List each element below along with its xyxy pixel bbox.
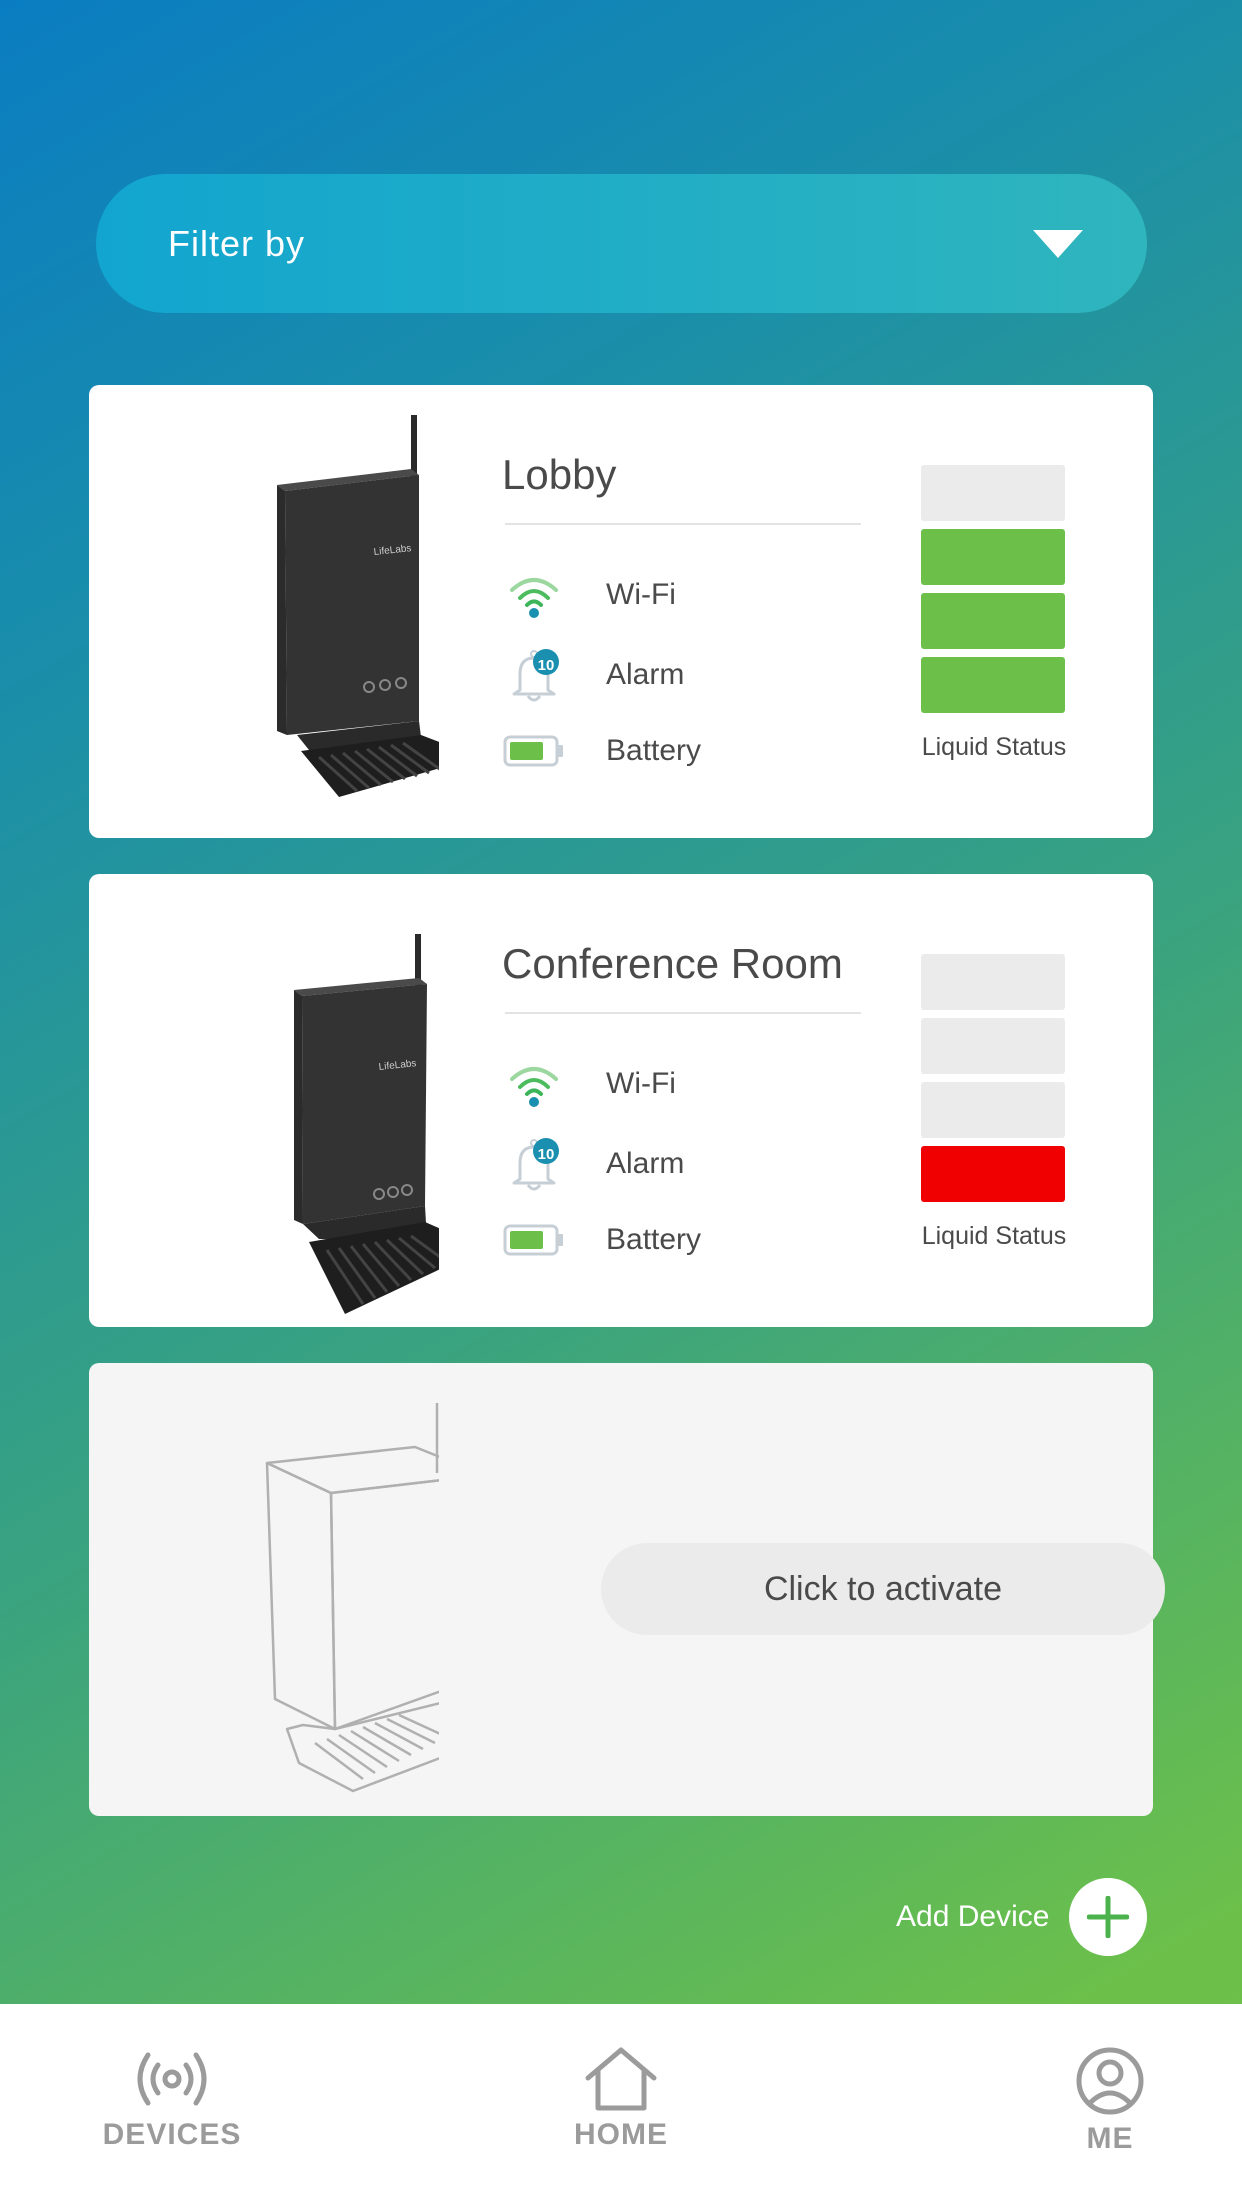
battery-status-row: Battery [502,1212,701,1268]
dispenser-device-image: LifeLabs [277,415,439,797]
bell-icon: 10 [502,1136,566,1192]
liquid-segment [921,465,1065,521]
alarm-status-row[interactable]: 10 Alarm [502,647,684,703]
filter-label: Filter by [168,222,306,264]
bottom-navigation: DEVICES HOME ME [0,2004,1242,2208]
chevron-down-icon [1033,229,1083,258]
user-icon [1076,2047,1144,2115]
alarm-count-badge: 10 [537,657,555,674]
alarm-label: Alarm [606,1147,685,1180]
nav-home-label: HOME [574,2118,668,2151]
broadcast-icon [137,2052,207,2106]
liquid-segment [921,1082,1065,1138]
liquid-segment [921,1146,1065,1202]
wifi-status-row: Wi-Fi [502,567,676,623]
battery-label: Battery [606,734,702,767]
nav-home[interactable]: HOME [521,2046,721,2152]
nav-devices[interactable]: DEVICES [72,2046,272,2152]
wifi-label: Wi-Fi [606,1067,676,1100]
home-icon [585,2047,657,2111]
filter-dropdown[interactable]: Filter by [96,174,1147,313]
wifi-icon [502,1056,566,1112]
wifi-label: Wi-Fi [606,578,676,611]
nav-me-label: ME [1086,2122,1134,2155]
liquid-level-meter [921,465,1067,721]
title-divider [505,523,861,525]
device-title: Conference Room [502,940,843,987]
liquid-status-label: Liquid Status [921,1222,1067,1250]
activate-button[interactable]: Click to activate [601,1543,1165,1635]
battery-status-row: Battery [502,723,701,779]
wifi-icon [502,567,566,623]
dispenser-device-image: LifeLabs [294,934,439,1314]
add-device-button[interactable]: Add Device [896,1878,1148,1956]
nav-me[interactable]: ME [1010,2046,1210,2156]
plus-icon [1069,1878,1148,1956]
battery-icon [502,1212,566,1268]
wifi-status-row: Wi-Fi [502,1056,676,1112]
add-device-label: Add Device [896,1900,1050,1933]
alarm-status-row[interactable]: 10 Alarm [502,1136,684,1192]
alarm-label: Alarm [606,658,685,691]
nav-devices-label: DEVICES [102,2118,242,2151]
battery-icon [502,723,566,779]
device-card[interactable]: LifeLabs Conference Room Wi-Fi 10 Alarm [89,874,1153,1327]
device-card[interactable]: LifeLabs Lobby Wi-Fi 10 Alarm Battery Li… [89,385,1153,838]
liquid-segment [921,529,1065,585]
alarm-count-badge: 10 [537,1146,555,1163]
device-title: Lobby [502,451,617,498]
liquid-status-label: Liquid Status [921,733,1067,761]
bell-icon: 10 [502,647,566,703]
dispenser-outline-image [265,1403,439,1793]
liquid-segment [921,657,1065,713]
inactive-device-card: Click to activate [89,1363,1165,1816]
liquid-level-meter [921,954,1067,1210]
liquid-segment [921,593,1065,649]
title-divider [505,1012,861,1014]
battery-label: Battery [606,1223,702,1256]
liquid-segment [921,1018,1065,1074]
liquid-segment [921,954,1065,1010]
